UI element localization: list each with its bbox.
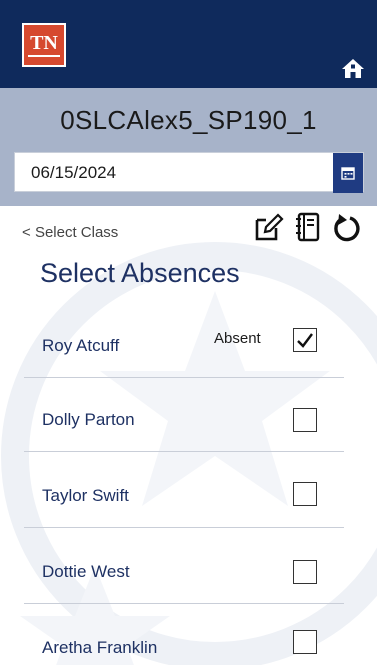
refresh-icon[interactable] (330, 212, 362, 244)
top-bar: TN (0, 0, 377, 88)
absence-checkbox[interactable] (293, 408, 317, 432)
student-name: Aretha Franklin (42, 638, 158, 657)
calendar-icon (341, 167, 355, 180)
calendar-button[interactable] (333, 153, 363, 193)
back-link[interactable]: < Select Class (22, 224, 118, 241)
student-name: Roy Atcuff (42, 336, 120, 355)
row-divider (24, 377, 344, 378)
chevron-left-icon: < (22, 224, 35, 241)
edit-note-icon[interactable] (254, 212, 284, 242)
checkmark-icon (297, 333, 313, 348)
student-row: Roy Atcuff Absent (0, 308, 377, 384)
notebook-icon[interactable] (295, 212, 323, 242)
student-name: Taylor Swift (42, 486, 129, 505)
class-name: 0SLCAlex5_SP190_1 (60, 105, 317, 135)
date-field[interactable]: 06/15/2024 (14, 152, 364, 193)
student-row: Dottie West (0, 534, 377, 610)
absent-label: Absent (214, 330, 261, 347)
absence-panel: < Select Class Select Absences Roy Atcuf… (0, 206, 377, 665)
student-row: Aretha Franklin (0, 610, 377, 665)
tn-logo: TN (22, 23, 66, 67)
student-row: Dolly Parton (0, 384, 377, 460)
back-label: Select Class (34, 224, 119, 241)
student-name: Dolly Parton (42, 410, 135, 429)
absence-checkbox[interactable] (293, 482, 317, 506)
row-divider (24, 603, 344, 604)
home-icon[interactable] (341, 57, 365, 79)
row-divider (24, 451, 344, 452)
absence-checkbox[interactable] (293, 560, 317, 584)
absence-checkbox[interactable] (293, 630, 317, 654)
page-title: Select Absences (40, 258, 240, 288)
row-divider (24, 527, 344, 528)
student-name: Dottie West (42, 562, 130, 581)
student-row: Taylor Swift (0, 458, 377, 534)
date-value[interactable]: 06/15/2024 (31, 163, 116, 183)
absence-checkbox[interactable] (293, 328, 317, 352)
